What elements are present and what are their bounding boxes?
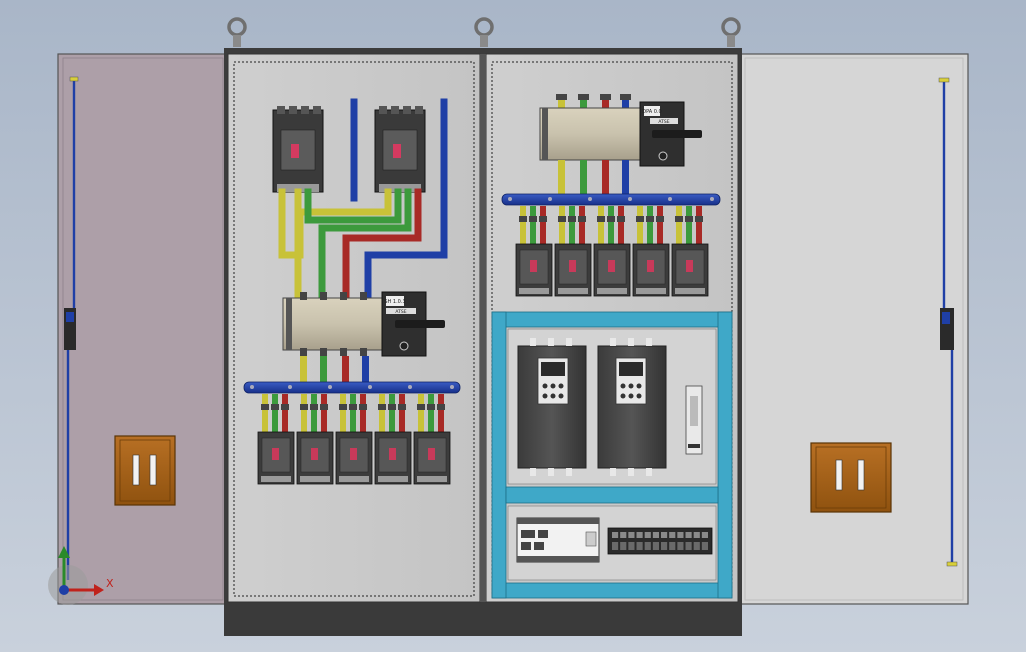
vfd-drive-1[interactable]	[517, 338, 587, 476]
left-door[interactable]	[57, 53, 229, 605]
terminal-cell	[636, 542, 643, 550]
terminal-cell	[620, 542, 627, 550]
breaker-toggle-icon[interactable]	[350, 448, 357, 460]
right-branch-breaker-2[interactable]	[554, 206, 592, 297]
left-ats-name-plate: SH 1.0.3	[384, 299, 405, 305]
terminal-cell	[612, 532, 619, 538]
breaker-toggle-icon[interactable]	[291, 144, 299, 158]
terminal-cell	[661, 542, 668, 550]
terminal-cell	[701, 532, 708, 538]
terminal-cell	[652, 542, 659, 550]
terminal-cell	[636, 532, 643, 538]
left-door-handle-icon[interactable]	[114, 435, 176, 506]
right-door-handle-icon[interactable]	[810, 442, 892, 513]
right-branch-breaker-1[interactable]	[515, 206, 553, 297]
main-breaker-2[interactable]	[374, 106, 426, 193]
cabinet-base	[224, 600, 742, 636]
left-branch-breaker-2[interactable]	[296, 394, 334, 485]
right-ats-handle-icon[interactable]	[652, 130, 702, 138]
terminal-cell	[677, 532, 684, 538]
right-branch-breaker-4[interactable]	[632, 206, 670, 297]
terminal-cell	[693, 542, 700, 550]
breaker-toggle-icon[interactable]	[389, 448, 396, 460]
terminal-cell	[612, 542, 619, 550]
lifting-eye-icon	[227, 17, 741, 37]
right-ats-switch[interactable]: DPA 0.0 ATSE	[539, 101, 702, 167]
right-branch-breaker-3[interactable]	[593, 206, 631, 297]
terminal-cell	[661, 532, 668, 538]
right-ats-sub-plate: ATSE	[658, 119, 669, 125]
vfd-drive-2[interactable]	[597, 338, 667, 476]
breaker-toggle-icon[interactable]	[393, 144, 401, 158]
left-branch-breaker-5[interactable]	[413, 394, 451, 485]
terminal-cell	[685, 542, 692, 550]
main-breaker-1[interactable]	[272, 106, 324, 193]
breaker-toggle-icon[interactable]	[272, 448, 279, 460]
terminal-cell	[620, 532, 627, 538]
left-branch-breaker-3[interactable]	[335, 394, 373, 485]
terminal-cell	[677, 542, 684, 550]
breaker-toggle-icon[interactable]	[569, 260, 576, 272]
breaker-toggle-icon[interactable]	[686, 260, 693, 272]
left-ats-sub-plate: ATSE	[395, 309, 406, 315]
terminal-cell	[628, 542, 635, 550]
right-door[interactable]	[739, 53, 969, 605]
terminal-cell	[628, 532, 635, 538]
left-branch-breaker-1[interactable]	[257, 394, 295, 485]
terminal-cell	[644, 532, 651, 538]
left-ats-handle-icon[interactable]	[395, 320, 445, 328]
breaker-toggle-icon[interactable]	[428, 448, 435, 460]
axis-x-label: X	[106, 577, 114, 590]
terminal-cell	[669, 542, 676, 550]
terminal-cell	[693, 532, 700, 538]
plc-controller[interactable]	[516, 517, 600, 563]
breaker-toggle-icon[interactable]	[311, 448, 318, 460]
left-branch-breaker-4[interactable]	[374, 394, 412, 485]
left-ats-switch[interactable]: SH 1.0.3 ATSE	[282, 291, 445, 357]
terminal-cell	[652, 532, 659, 538]
left-horizontal-bus	[243, 381, 461, 394]
terminal-block	[607, 527, 713, 555]
right-ats-name-plate: DPA 0.0	[642, 109, 662, 115]
breaker-toggle-icon[interactable]	[608, 260, 615, 272]
right-horizontal-bus	[501, 193, 721, 206]
terminal-cell	[669, 532, 676, 538]
cabinet-3d-render: SH 1.0.3 ATSE DPA 0.0 ATSE X	[48, 17, 969, 636]
terminal-cell	[644, 542, 651, 550]
breaker-toggle-icon[interactable]	[530, 260, 537, 272]
breaker-toggle-icon[interactable]	[647, 260, 654, 272]
terminal-cell	[701, 542, 708, 550]
terminal-cell	[685, 532, 692, 538]
right-branch-breaker-5[interactable]	[671, 206, 709, 297]
power-supply-module	[685, 385, 703, 455]
